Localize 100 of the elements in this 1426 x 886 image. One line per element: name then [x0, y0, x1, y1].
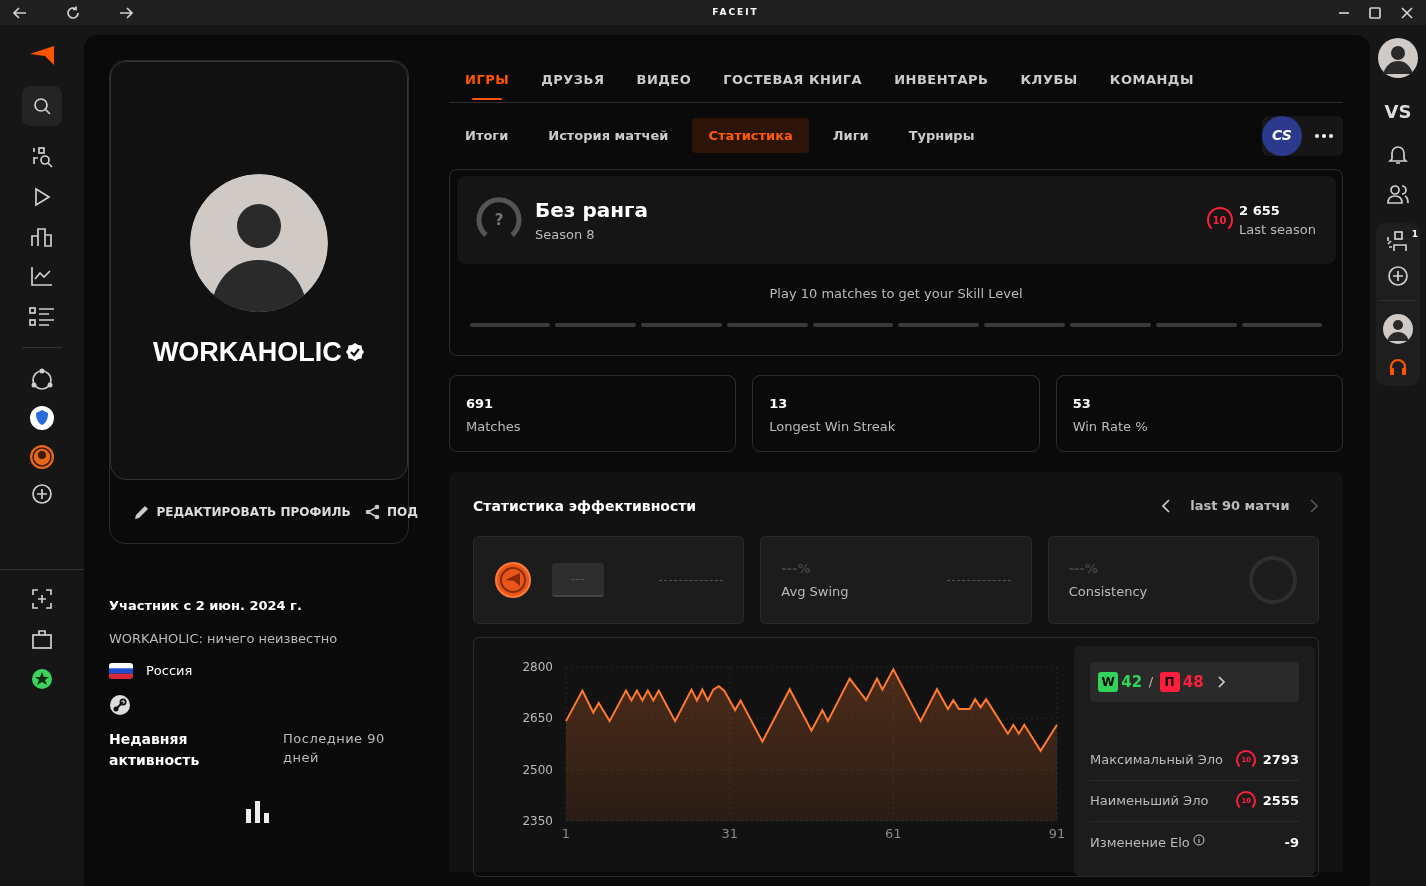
back-icon[interactable]	[13, 6, 27, 19]
search-icon	[33, 97, 51, 115]
window-title: FACEIT	[712, 5, 759, 19]
stat-label: Win Rate %	[1072, 417, 1149, 436]
tab[interactable]: ДРУЗЬЯ	[541, 60, 605, 102]
star-badge-icon[interactable]	[31, 668, 53, 690]
elo-value: 2 655	[1239, 201, 1281, 220]
stat-label: Longest Win Streak	[769, 417, 897, 436]
stat-value: 691	[466, 395, 495, 413]
chevron-right-icon[interactable]	[1309, 499, 1319, 513]
share-icon	[364, 504, 381, 520]
tab[interactable]: ВИДЕО	[636, 60, 692, 102]
season-text: Season 8	[535, 226, 596, 245]
logo-icon[interactable]	[29, 44, 55, 67]
sub-tab[interactable]: Итоги	[449, 117, 525, 154]
separator-text: /	[1148, 673, 1153, 692]
hub-icon[interactable]	[30, 367, 54, 392]
headset-icon[interactable]	[1388, 356, 1408, 377]
close-icon[interactable]	[1401, 6, 1413, 19]
find-players-icon[interactable]	[31, 145, 53, 168]
pencil-icon	[134, 504, 150, 520]
tab[interactable]: КОМАНДЫ	[1109, 60, 1194, 102]
stat-value: 53	[1072, 395, 1092, 413]
metric-value: ---%	[781, 559, 812, 578]
axis-label: 1	[561, 826, 571, 841]
line-chart-icon[interactable]	[31, 266, 53, 286]
section-heading: Статистика эффективности	[473, 496, 697, 516]
bell-icon[interactable]	[1388, 144, 1408, 164]
result-tag: П	[1159, 672, 1180, 692]
tab[interactable]: КЛУБЫ	[1020, 60, 1078, 102]
unranked-mark: ?	[493, 209, 505, 231]
member-since-text: Участник с 2 июн. 2024 г.	[109, 597, 303, 615]
list-icon[interactable]	[29, 305, 55, 328]
friends-icon[interactable]	[1387, 183, 1409, 204]
metric-value: ---	[551, 563, 604, 597]
stat-value: 13	[769, 395, 789, 413]
party-icon[interactable]	[1386, 229, 1410, 252]
share-button[interactable]: ПОД	[364, 503, 418, 521]
leaderboard-icon[interactable]	[31, 226, 53, 247]
vs-button[interactable]: VS	[1384, 97, 1412, 125]
stat-label: Наименьший Эло	[1090, 792, 1209, 811]
axis-label: 61	[885, 826, 902, 841]
last-season-label: Last season	[1239, 221, 1316, 239]
axis-label: 2800	[522, 660, 553, 674]
bio-text: WORKAHOLIC: ничего неизвестно	[109, 629, 339, 648]
stat-value: 2555	[1262, 792, 1299, 811]
stat-value: 2793	[1262, 751, 1299, 770]
maximize-icon[interactable]	[1369, 6, 1382, 19]
hint-text: Play 10 matches to get your Skill Level	[768, 284, 1024, 303]
stat-label: Изменение Elo	[1090, 833, 1190, 852]
result-count: 42	[1121, 671, 1143, 693]
avatar[interactable]	[1378, 38, 1418, 78]
chevron-left-icon[interactable]	[1160, 499, 1171, 513]
add-icon[interactable]	[31, 482, 53, 505]
axis-label: 91	[1048, 826, 1066, 841]
info-icon[interactable]	[1193, 833, 1206, 846]
bar-chart-icon	[246, 800, 270, 823]
forward-icon[interactable]	[119, 6, 133, 19]
steam-icon[interactable]	[109, 693, 131, 716]
stat-value: -9	[1284, 833, 1299, 852]
game-badge[interactable]: CS	[1262, 115, 1302, 156]
result-tag: W	[1098, 672, 1118, 692]
club-avatar-icon[interactable]	[29, 443, 55, 470]
period-text: Последние 90 дней	[283, 729, 386, 767]
axis-label: 2500	[522, 762, 553, 777]
briefcase-icon[interactable]	[32, 628, 52, 649]
add-icon[interactable]	[1387, 264, 1409, 287]
more-icon[interactable]	[1315, 133, 1333, 138]
record-button[interactable]: W 42 / П 48	[1090, 662, 1299, 702]
sub-tab[interactable]: История матчей	[532, 117, 685, 154]
shield-badge-icon[interactable]	[29, 404, 55, 431]
metric-label: Consistency	[1068, 582, 1148, 601]
stat-label: Максимальный Эло	[1090, 751, 1224, 770]
sub-tab[interactable]: Статистика	[692, 117, 809, 154]
chevron-right-icon	[1216, 676, 1227, 688]
country-text: Россия	[146, 662, 193, 680]
section-heading: Недавняя активность	[109, 729, 201, 770]
tab[interactable]: ИНВЕНТАРЬ	[894, 60, 989, 102]
expand-icon[interactable]	[32, 589, 52, 609]
play-icon[interactable]	[32, 187, 52, 207]
sub-tab[interactable]: Турниры	[892, 117, 991, 154]
russia-flag-icon	[109, 662, 133, 679]
rank-title: Без ранга	[535, 197, 648, 225]
search-button[interactable]	[22, 86, 62, 126]
party-count: 1	[1411, 227, 1418, 241]
reload-icon[interactable]	[66, 5, 80, 20]
stat-label: Matches	[466, 417, 522, 436]
range-text: last 90 матчи	[1190, 497, 1290, 516]
avatar[interactable]	[1383, 313, 1413, 344]
axis-label: 2650	[522, 711, 553, 726]
tab[interactable]: ГОСТЕВАЯ КНИГА	[723, 60, 863, 102]
rating-icon	[494, 561, 532, 599]
metric-value: ---%	[1068, 559, 1099, 578]
edit-profile-button[interactable]: РЕДАКТИРОВАТЬ ПРОФИЛЬ	[134, 503, 351, 521]
sub-tab[interactable]: Лиги	[816, 117, 885, 154]
result-count: 48	[1182, 671, 1204, 693]
metric-label: Avg Swing	[781, 582, 849, 601]
nickname: WORKAHOLIC	[152, 335, 342, 369]
tab[interactable]: ИГРЫ	[465, 60, 510, 102]
axis-label: 2350	[522, 814, 553, 828]
